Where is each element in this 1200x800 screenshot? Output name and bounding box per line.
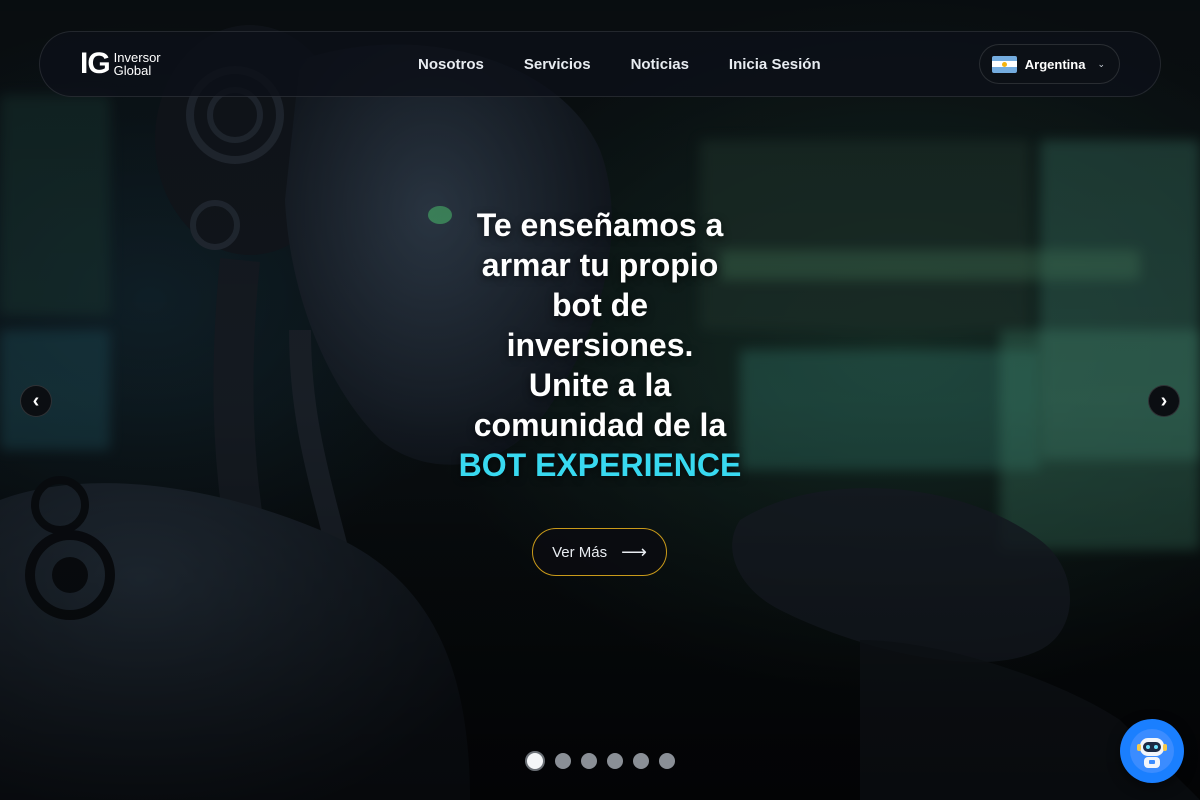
carousel-dot[interactable] bbox=[659, 753, 675, 769]
brand-logo[interactable]: IG Inversor Global bbox=[80, 49, 380, 79]
headline-accent: BOT EXPERIENCE bbox=[458, 447, 742, 483]
chevron-right-icon: › bbox=[1160, 390, 1168, 412]
nav-link-noticias[interactable]: Noticias bbox=[631, 56, 689, 73]
robot-assistant-icon bbox=[1130, 729, 1174, 773]
chevron-down-icon: ⌄ bbox=[1097, 58, 1105, 69]
arrow-right-icon: ⟶ bbox=[621, 541, 647, 562]
logo-mark: IG bbox=[80, 47, 111, 80]
carousel-next-button[interactable]: › bbox=[1148, 385, 1180, 417]
carousel-dot[interactable] bbox=[633, 753, 649, 769]
headline-line-6: comunidad de la bbox=[473, 407, 727, 443]
country-name: Argentina bbox=[1024, 56, 1086, 72]
carousel-dot[interactable] bbox=[607, 753, 623, 769]
carousel-prev-button[interactable]: ‹ bbox=[20, 385, 52, 417]
logo-wordmark: Inversor Global bbox=[114, 51, 161, 77]
carousel-dot[interactable] bbox=[555, 753, 571, 769]
carousel-dot[interactable] bbox=[581, 753, 597, 769]
nav-link-nosotros[interactable]: Nosotros bbox=[418, 56, 484, 73]
top-navbar: IG Inversor Global Nosotros Servicios No… bbox=[39, 31, 1161, 97]
chevron-left-icon: ‹ bbox=[32, 390, 40, 412]
headline-line-5: Unite a la bbox=[528, 367, 672, 403]
headline-line-3: bot de bbox=[552, 287, 648, 323]
headline-line-2: armar tu propio bbox=[481, 247, 719, 283]
headline-line-1: Te enseñamos a bbox=[476, 207, 724, 243]
logo-line-2: Global bbox=[113, 63, 152, 78]
headline-line-4: inversiones. bbox=[506, 327, 694, 363]
nav-link-login[interactable]: Inicia Sesión bbox=[729, 56, 821, 73]
hero-headline: Te enseñamos a armar tu propio bot de in… bbox=[400, 205, 800, 485]
argentina-flag-icon bbox=[991, 55, 1017, 73]
country-selector[interactable]: Argentina ⌄ bbox=[978, 44, 1120, 84]
carousel-dot[interactable] bbox=[525, 751, 545, 771]
chat-assistant-button[interactable] bbox=[1120, 719, 1184, 783]
nav-links: Nosotros Servicios Noticias Inicia Sesió… bbox=[418, 56, 821, 73]
carousel-dots bbox=[525, 751, 675, 771]
ver-mas-button[interactable]: Ver Más ⟶ bbox=[532, 528, 667, 576]
nav-link-servicios[interactable]: Servicios bbox=[524, 56, 591, 73]
ver-mas-label: Ver Más bbox=[552, 543, 608, 561]
